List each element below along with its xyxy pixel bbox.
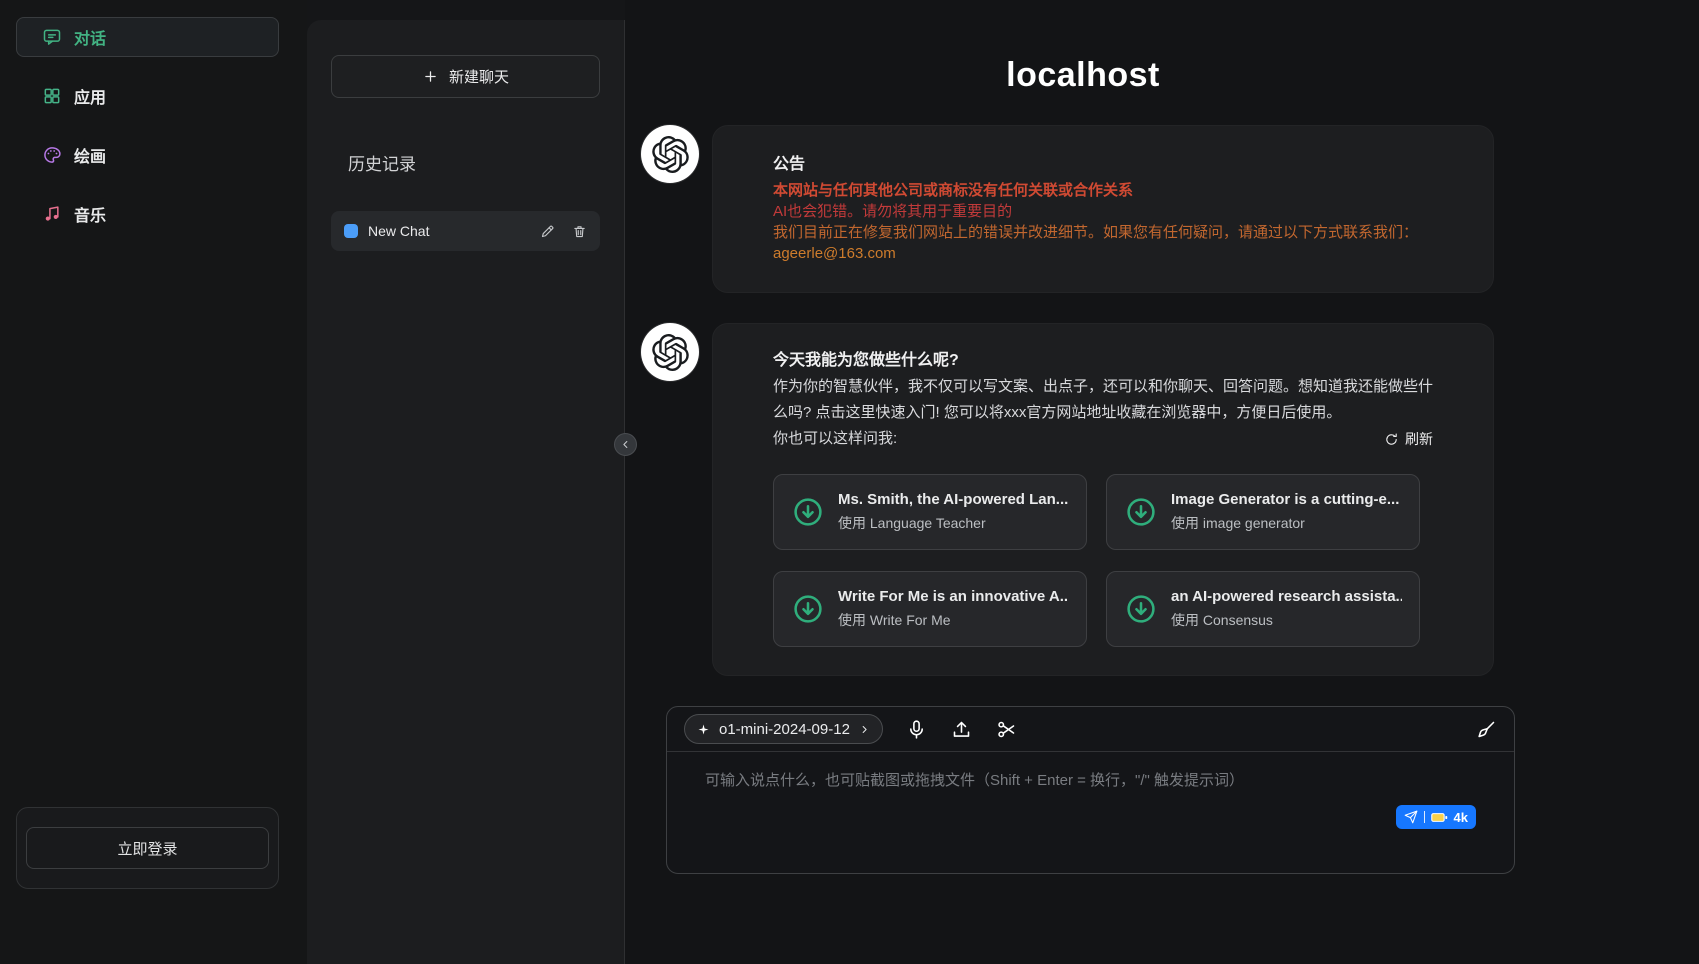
contact-email-link[interactable]: ageerle@163.com	[773, 245, 896, 262]
download-circle-icon	[791, 495, 825, 529]
announcement-line: 我们目前正在修复我们网站上的错误并改进细节。如果您有任何疑问，请通过以下方式联系…	[773, 222, 1433, 243]
refresh-label: 刷新	[1405, 429, 1433, 449]
chat-item-title: New Chat	[368, 223, 529, 239]
chevron-left-icon	[619, 438, 632, 451]
suggestion-text: an AI-powered research assista... 使用 Con…	[1171, 588, 1402, 630]
suggestion-card[interactable]: Write For Me is an innovative A... 使用 Wr…	[773, 571, 1087, 647]
openai-logo-icon	[652, 334, 689, 371]
apps-grid-icon	[42, 86, 62, 106]
suggestion-title: an AI-powered research assista...	[1171, 588, 1402, 605]
music-note-icon	[42, 204, 62, 224]
announcement-bubble: 公告 本网站与任何其他公司或商标没有任何关联或合作关系 AI也会犯错。请勿将其用…	[712, 125, 1494, 293]
history-title: 历史记录	[348, 150, 600, 175]
edit-chat-button[interactable]	[539, 223, 555, 239]
edit-icon	[540, 224, 555, 239]
suggestion-text: Write For Me is an innovative A... 使用 Wr…	[838, 588, 1069, 630]
sidebar-item-chat[interactable]: 对话	[16, 17, 279, 57]
suggestion-card[interactable]: an AI-powered research assista... 使用 Con…	[1106, 571, 1420, 647]
refresh-suggestions-button[interactable]: 刷新	[1384, 429, 1433, 449]
plus-icon	[422, 68, 439, 85]
ask-hint: 你也可以这样问我:	[773, 426, 897, 452]
app-root: 对话 应用 绘画 音乐 立即登录 新建聊天 历史记录 New Chat	[0, 0, 1699, 964]
model-selector[interactable]: o1-mini-2024-09-12	[684, 714, 883, 744]
chat-list-item[interactable]: New Chat	[331, 211, 600, 251]
sidebar-item-drawing[interactable]: 绘画	[16, 135, 279, 175]
suggestion-text: Image Generator is a cutting-e... 使用 ima…	[1171, 491, 1399, 533]
new-chat-label: 新建聊天	[449, 66, 509, 87]
input-wrap	[667, 752, 1514, 836]
new-chat-button[interactable]: 新建聊天	[331, 55, 600, 98]
suggestion-card[interactable]: Image Generator is a cutting-e... 使用 ima…	[1106, 474, 1420, 550]
battery-icon	[1431, 811, 1448, 824]
upload-icon	[951, 719, 972, 740]
openai-logo-icon	[652, 136, 689, 173]
history-panel: 新建聊天 历史记录 New Chat	[307, 20, 625, 964]
model-label: o1-mini-2024-09-12	[719, 721, 850, 738]
sidebar-item-label: 应用	[74, 84, 106, 108]
sidebar-item-label: 对话	[74, 25, 106, 49]
suggestion-text: Ms. Smith, the AI-powered Lan... 使用 Lang…	[838, 491, 1068, 533]
assistant-avatar	[641, 125, 699, 183]
download-circle-icon	[1124, 592, 1158, 626]
clear-context-button[interactable]	[1475, 718, 1497, 740]
refresh-icon	[1384, 432, 1399, 447]
composer-toolbar: o1-mini-2024-09-12	[667, 707, 1514, 752]
delete-icon	[572, 224, 587, 239]
assistant-message: 公告 本网站与任何其他公司或商标没有任何关联或合作关系 AI也会犯错。请勿将其用…	[641, 125, 1699, 293]
delete-chat-button[interactable]	[571, 223, 587, 239]
assistant-message: 今天我能为您做些什么呢? 作为你的智慧伙伴，我不仅可以写文案、出点子，还可以和你…	[641, 323, 1699, 676]
suggestion-title: Write For Me is an innovative A...	[838, 588, 1069, 605]
announcement-line: AI也会犯错。请勿将其用于重要目的	[773, 201, 1433, 222]
scissors-icon	[996, 719, 1017, 740]
palette-icon	[42, 145, 62, 165]
announcement-line: 本网站与任何其他公司或商标没有任何关联或合作关系	[773, 180, 1433, 201]
suggestion-title: Ms. Smith, the AI-powered Lan...	[838, 491, 1068, 508]
greeting-body: 作为你的智慧伙伴，我不仅可以写文案、出点子，还可以和你聊天、回答问题。想知道我还…	[773, 374, 1433, 426]
message-input[interactable]	[705, 769, 1476, 831]
chevron-right-icon	[858, 723, 871, 736]
suggestion-subtitle: 使用 Write For Me	[838, 610, 1069, 630]
chat-area: localhost 公告 本网站与任何其他公司或商标没有任何关联或合作关系 AI…	[625, 0, 1699, 964]
microphone-icon	[906, 719, 927, 740]
sidebar-item-apps[interactable]: 应用	[16, 76, 279, 116]
assistant-avatar	[641, 323, 699, 381]
send-button[interactable]: 4k	[1396, 805, 1476, 829]
message-list: 公告 本网站与任何其他公司或商标没有任何关联或合作关系 AI也会犯错。请勿将其用…	[625, 125, 1699, 676]
suggestion-title: Image Generator is a cutting-e...	[1171, 491, 1399, 508]
chat-icon	[42, 27, 62, 47]
sidebar-item-label: 绘画	[74, 143, 106, 167]
sidebar-spacer	[16, 253, 279, 807]
greeting-bubble: 今天我能为您做些什么呢? 作为你的智慧伙伴，我不仅可以写文案、出点子，还可以和你…	[712, 323, 1494, 676]
download-circle-icon	[1124, 495, 1158, 529]
suggestion-card[interactable]: Ms. Smith, the AI-powered Lan... 使用 Lang…	[773, 474, 1087, 550]
token-count: 4k	[1454, 810, 1468, 825]
suggestion-subtitle: 使用 image generator	[1171, 513, 1399, 533]
suggestion-subtitle: 使用 Language Teacher	[838, 513, 1068, 533]
badge-divider	[1424, 811, 1425, 823]
scissors-button[interactable]	[996, 718, 1018, 740]
greeting-title: 今天我能为您做些什么呢?	[773, 348, 1433, 374]
sidebar-item-music[interactable]: 音乐	[16, 194, 279, 234]
collapse-sidebar-button[interactable]	[614, 433, 637, 456]
login-panel: 立即登录	[16, 807, 279, 889]
left-sidebar: 对话 应用 绘画 音乐 立即登录	[0, 0, 307, 964]
sidebar-item-label: 音乐	[74, 202, 106, 226]
upload-button[interactable]	[951, 718, 973, 740]
composer: o1-mini-2024-09-12	[666, 706, 1515, 874]
hint-row: 你也可以这样问我: 刷新	[773, 426, 1433, 452]
paper-plane-icon	[1404, 810, 1418, 824]
microphone-button[interactable]	[906, 718, 928, 740]
download-circle-icon	[791, 592, 825, 626]
sparkle-icon	[696, 722, 711, 737]
suggestion-subtitle: 使用 Consensus	[1171, 610, 1402, 630]
announcement-title: 公告	[773, 150, 1433, 174]
login-button[interactable]: 立即登录	[26, 827, 269, 869]
suggestion-grid: Ms. Smith, the AI-powered Lan... 使用 Lang…	[773, 474, 1433, 647]
page-title: localhost	[625, 56, 1541, 95]
broom-icon	[1476, 719, 1497, 740]
chat-color-icon	[344, 224, 358, 238]
